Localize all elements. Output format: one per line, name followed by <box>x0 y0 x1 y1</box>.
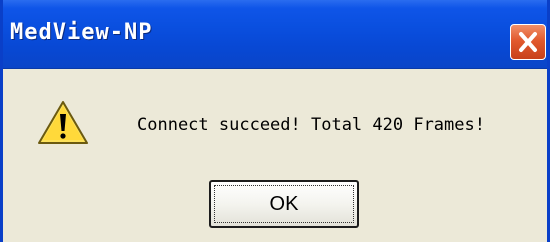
message-dialog: MedView-NP Connect succeed! Total 420 Fr… <box>0 0 550 242</box>
ok-button[interactable]: OK <box>209 180 359 228</box>
dialog-message: Connect succeed! Total 420 Frames! <box>137 115 485 135</box>
window-title: MedView-NP <box>10 20 153 45</box>
close-icon <box>519 32 537 52</box>
title-bar[interactable]: MedView-NP <box>3 0 547 69</box>
close-button[interactable] <box>510 24 546 60</box>
ok-button-label: OK <box>214 185 354 223</box>
warning-icon <box>38 101 88 144</box>
